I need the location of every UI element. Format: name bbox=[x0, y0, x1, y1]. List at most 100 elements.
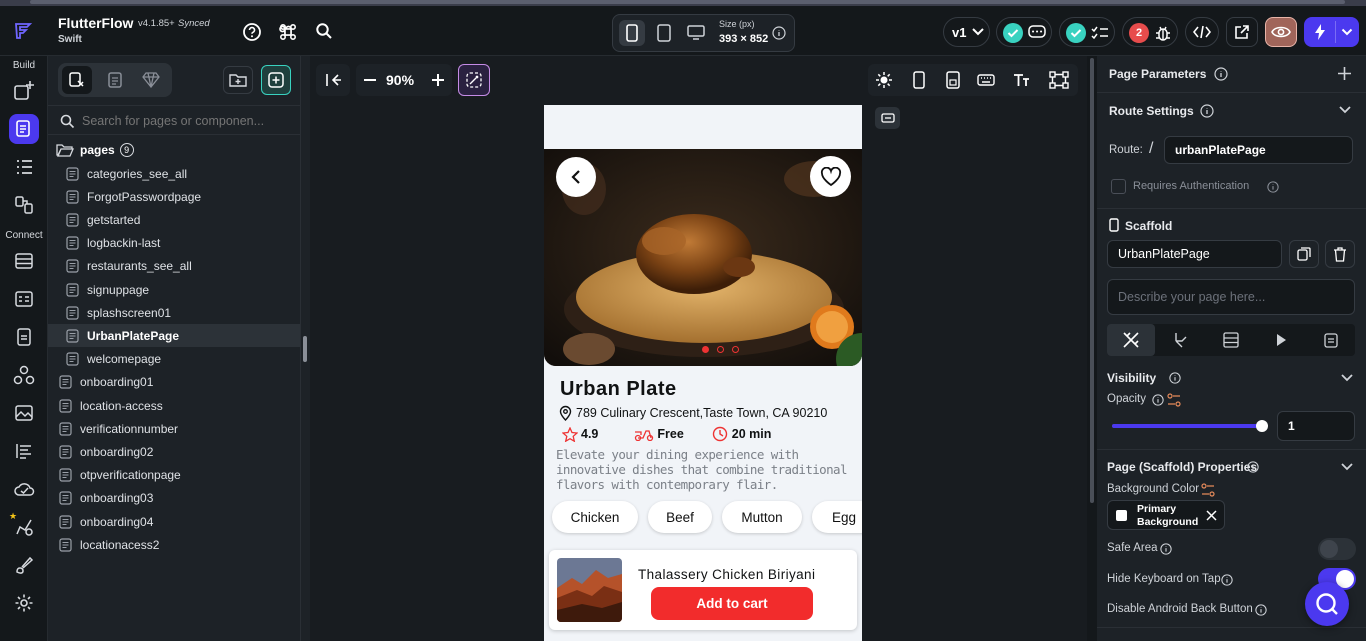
page-list-item[interactable]: getstarted bbox=[48, 208, 300, 231]
chevron-down-icon[interactable] bbox=[1339, 25, 1355, 39]
pages-folder[interactable]: pages 9 bbox=[48, 139, 300, 161]
device-frame-icon[interactable] bbox=[909, 70, 929, 90]
chevron-down-icon[interactable] bbox=[1338, 105, 1352, 115]
page-list-item[interactable]: verificationnumber bbox=[48, 417, 300, 440]
agents-icon[interactable] bbox=[9, 512, 39, 542]
cloud-functions-icon[interactable] bbox=[9, 474, 39, 504]
page-list-item[interactable]: logbackin-last bbox=[48, 232, 300, 255]
add-to-cart-button[interactable]: Add to cart bbox=[651, 587, 813, 620]
requires-auth-checkbox[interactable] bbox=[1111, 179, 1126, 194]
page-search-input[interactable] bbox=[82, 110, 292, 132]
opacity-slider-thumb[interactable] bbox=[1256, 420, 1268, 432]
tab-library-diamond-icon[interactable] bbox=[136, 66, 166, 94]
page-list-item[interactable]: locationacess2 bbox=[48, 533, 300, 556]
page-list-item[interactable]: restaurants_see_all bbox=[48, 255, 300, 278]
page-list-item[interactable]: splashscreen01 bbox=[48, 301, 300, 324]
add-page-icon[interactable] bbox=[261, 65, 291, 95]
chevron-down-icon[interactable] bbox=[1340, 462, 1354, 472]
tab-backend-query-icon[interactable] bbox=[1207, 324, 1255, 356]
zoom-in-icon[interactable] bbox=[428, 70, 448, 90]
favorite-button[interactable] bbox=[810, 156, 851, 197]
chat-icon[interactable] bbox=[1027, 23, 1047, 43]
bug-icon[interactable] bbox=[1153, 23, 1173, 43]
add-folder-icon[interactable] bbox=[223, 66, 253, 94]
page-list-item[interactable]: onboarding01 bbox=[48, 371, 300, 394]
delete-trash-icon[interactable] bbox=[1325, 240, 1355, 268]
opacity-slider-track[interactable] bbox=[1112, 420, 1268, 432]
help-chat-button[interactable] bbox=[1305, 582, 1349, 626]
ai-gen-icon[interactable] bbox=[458, 64, 490, 96]
keyboard-toggle-icon[interactable] bbox=[875, 107, 900, 129]
tab-documentation-icon[interactable] bbox=[1307, 324, 1355, 356]
info-icon[interactable] bbox=[771, 25, 787, 41]
page-list-item[interactable]: signuppage bbox=[48, 278, 300, 301]
tab-animation-play-icon[interactable] bbox=[1257, 324, 1305, 356]
command-icon[interactable] bbox=[277, 21, 299, 43]
phone-device-icon[interactable] bbox=[619, 20, 645, 46]
zoom-out-icon[interactable] bbox=[360, 70, 380, 90]
resize-handle[interactable] bbox=[303, 336, 307, 362]
collapse-panel-icon[interactable] bbox=[316, 64, 350, 96]
add-widget-icon[interactable] bbox=[9, 76, 39, 106]
theme-settings-icon[interactable] bbox=[9, 550, 39, 580]
pages-icon[interactable] bbox=[9, 114, 39, 144]
check-status-icon[interactable] bbox=[1003, 23, 1023, 43]
variable-binding-icon[interactable] bbox=[1201, 483, 1215, 497]
check-status-icon[interactable] bbox=[1066, 23, 1086, 43]
desktop-device-icon[interactable] bbox=[683, 20, 709, 46]
right-panel-scrollbar[interactable] bbox=[1087, 56, 1097, 641]
page-list-item[interactable]: UrbanPlatePage bbox=[48, 324, 300, 348]
opacity-input[interactable]: 1 bbox=[1277, 411, 1355, 441]
code-icon[interactable] bbox=[1185, 17, 1219, 47]
tab-properties-icon[interactable] bbox=[1107, 324, 1155, 356]
page-list-item[interactable]: onboarding02 bbox=[48, 440, 300, 463]
dish-card[interactable]: Thalassery Chicken Biriyani Add to cart bbox=[549, 550, 857, 630]
storyboard-icon[interactable] bbox=[9, 190, 39, 220]
tab-pages-icon[interactable] bbox=[62, 66, 92, 94]
settings-gear-icon[interactable] bbox=[9, 588, 39, 618]
responsive-icon[interactable] bbox=[943, 70, 963, 90]
clear-x-icon[interactable] bbox=[1206, 510, 1217, 521]
page-list-item[interactable]: location-access bbox=[48, 394, 300, 417]
page-list-item[interactable]: onboarding04 bbox=[48, 510, 300, 533]
light-mode-icon[interactable] bbox=[874, 70, 894, 90]
page-list-item[interactable]: welcomepage bbox=[48, 348, 300, 371]
route-input[interactable]: urbanPlatePage bbox=[1164, 136, 1353, 164]
app-state-icon[interactable] bbox=[9, 284, 39, 314]
widget-tree-overlay-icon[interactable] bbox=[1048, 70, 1070, 90]
page-list-item[interactable]: ForgotPasswordpage bbox=[48, 185, 300, 208]
run-button[interactable] bbox=[1304, 17, 1359, 47]
variable-binding-icon[interactable] bbox=[1167, 393, 1181, 407]
page-list-item[interactable]: otpverificationpage bbox=[48, 464, 300, 487]
search-icon[interactable] bbox=[313, 20, 335, 42]
category-chip[interactable]: Chicken bbox=[552, 501, 638, 533]
bg-color-picker[interactable]: Primary Background bbox=[1107, 500, 1225, 530]
page-list-item[interactable]: onboarding03 bbox=[48, 487, 300, 510]
add-parameter-icon[interactable] bbox=[1337, 66, 1352, 81]
chevron-down-icon[interactable] bbox=[1340, 373, 1354, 383]
category-chip[interactable]: Egg bbox=[812, 501, 862, 533]
page-description-input[interactable]: Describe your page here... bbox=[1107, 279, 1355, 315]
flutterflow-logo-icon[interactable] bbox=[11, 18, 37, 44]
back-button[interactable] bbox=[556, 157, 596, 197]
page-list-item[interactable]: categories_see_all bbox=[48, 162, 300, 185]
tab-actions-icon[interactable] bbox=[1157, 324, 1205, 356]
issue-count-badge[interactable]: 2 bbox=[1129, 23, 1149, 43]
category-chip[interactable]: Beef bbox=[648, 501, 712, 533]
category-chip[interactable]: Mutton bbox=[722, 501, 802, 533]
tablet-device-icon[interactable] bbox=[651, 20, 677, 46]
database-icon[interactable] bbox=[9, 246, 39, 276]
widget-tree-icon[interactable] bbox=[9, 152, 39, 182]
project-name[interactable]: Swift bbox=[58, 34, 82, 45]
logs-icon[interactable] bbox=[9, 436, 39, 466]
tab-components-icon[interactable] bbox=[100, 66, 130, 94]
page-name-input[interactable]: UrbanPlatePage bbox=[1107, 240, 1282, 268]
copy-icon[interactable] bbox=[1289, 240, 1319, 268]
text-scale-icon[interactable] bbox=[1011, 70, 1031, 90]
carousel-indicator[interactable] bbox=[701, 345, 741, 355]
preview-eye-icon[interactable] bbox=[1265, 17, 1297, 47]
help-icon[interactable] bbox=[241, 21, 263, 43]
keyboard-icon[interactable] bbox=[976, 70, 996, 90]
api-calls-icon[interactable] bbox=[9, 322, 39, 352]
checklist-icon[interactable] bbox=[1090, 23, 1110, 43]
